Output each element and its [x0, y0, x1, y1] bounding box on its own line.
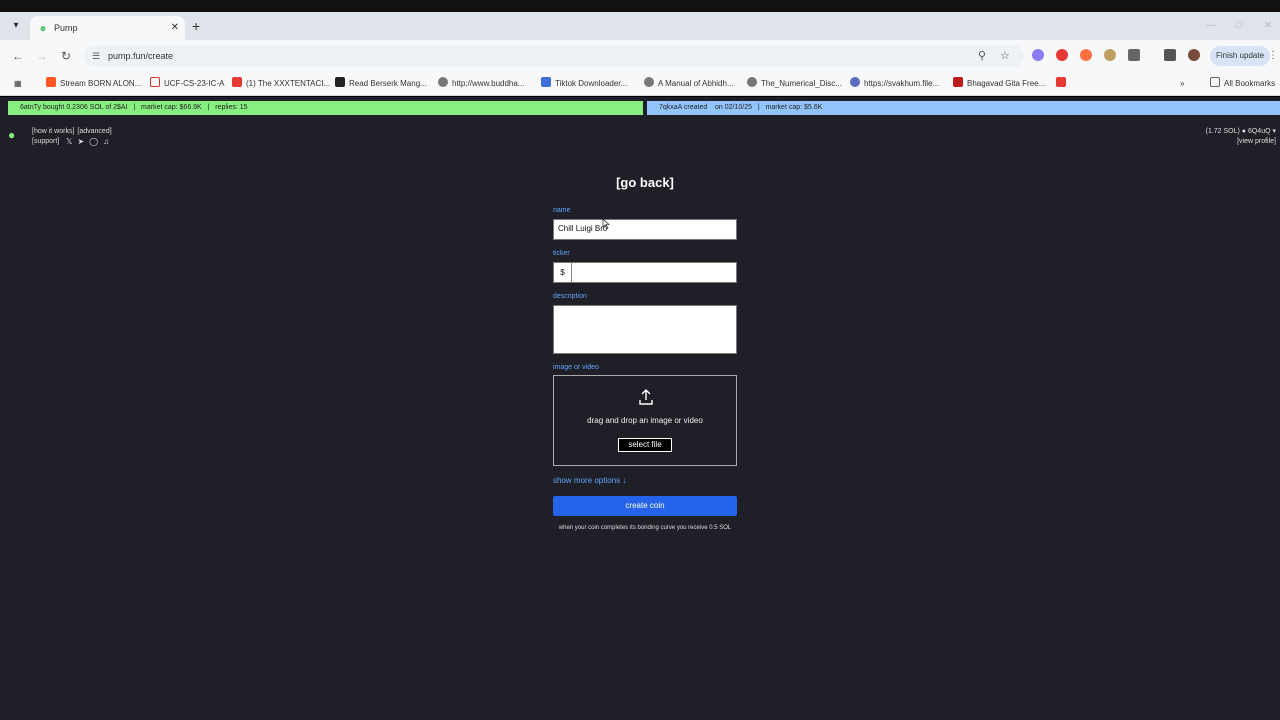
bookmark-item[interactable]: https://svakhum.file...	[850, 77, 939, 91]
site-info-icon[interactable]: ☰	[92, 49, 100, 63]
new-tab-icon[interactable]: +	[192, 18, 200, 34]
support-link[interactable]: [support]	[32, 138, 59, 145]
youtube-icon	[1056, 77, 1066, 87]
finish-update-button[interactable]: Finish update	[1210, 46, 1270, 66]
extension-icon[interactable]	[1056, 49, 1068, 61]
kebab-menu-icon[interactable]: ⋮	[1268, 48, 1278, 64]
view-profile-link[interactable]: [view profile]	[1206, 137, 1276, 147]
address-bar[interactable]: ☰ pump.fun/create ⚲ ☆	[84, 45, 1024, 67]
tiktok-downloader-icon	[541, 77, 551, 87]
bookmark-item[interactable]: http://www.buddha...	[438, 77, 525, 91]
image-dropzone[interactable]: drag and drop an image or video select f…	[553, 375, 737, 466]
back-icon[interactable]: ←	[10, 48, 26, 64]
browser-tab[interactable]: ● Pump ✕	[30, 16, 185, 40]
youtube-icon	[232, 77, 242, 87]
telegram-icon[interactable]: ➤	[77, 137, 84, 146]
reading-list-icon[interactable]	[1164, 49, 1176, 61]
globe-icon	[438, 77, 448, 87]
forward-icon[interactable]: →	[34, 48, 50, 64]
create-ticker[interactable]: 7qkxaA created on 02/10/25 | market cap:…	[647, 101, 1280, 115]
extension-icon[interactable]	[1032, 49, 1044, 61]
gita-icon	[953, 77, 963, 87]
tab-search-icon[interactable]: ▾	[8, 18, 24, 34]
globe-icon	[850, 77, 860, 87]
bookmark-item[interactable]: (1) The XXXTENTACI...	[232, 77, 330, 91]
profile-avatar[interactable]	[1188, 49, 1200, 61]
bookmark-item[interactable]: Bhagavad Gita Free...	[953, 77, 1045, 91]
globe-icon	[644, 77, 654, 87]
bookmark-star-icon[interactable]: ☆	[1000, 49, 1010, 63]
ucf-icon	[150, 77, 160, 87]
manga-icon	[335, 77, 345, 87]
show-more-options-link[interactable]: show more options ↓	[553, 476, 626, 486]
select-file-button[interactable]: select file	[618, 438, 672, 452]
tiktok-icon[interactable]: ♫	[103, 137, 109, 146]
pill-logo-icon[interactable]: ●	[8, 129, 20, 141]
wallet-info: (1.72 SOL) ● 6Q4uQ ▾ [view profile]	[1206, 127, 1276, 147]
name-label: name	[553, 207, 571, 214]
x-icon[interactable]: 𝕏	[66, 137, 72, 146]
bookmark-item[interactable]: Stream BORN ALON...	[46, 77, 141, 91]
soundcloud-icon	[46, 77, 56, 87]
bookmark-item[interactable]: The_Numerical_Disc...	[747, 77, 842, 91]
bookmarks-bar: ▦ Stream BORN ALON... UCF-CS-23-IC-A (1)…	[0, 72, 1280, 96]
advanced-link[interactable]: [advanced]	[77, 128, 111, 135]
ticker-input[interactable]: $	[553, 262, 737, 283]
pill-icon: ●	[39, 21, 47, 35]
name-input[interactable]: Chill Luigi Bro	[553, 219, 737, 240]
close-icon[interactable]: ✕	[171, 21, 179, 35]
folder-icon	[1210, 77, 1220, 87]
bookmark-item[interactable]: UCF-CS-23-IC-A	[150, 77, 224, 91]
create-coin-button[interactable]: create coin	[553, 496, 737, 516]
bookmark-item[interactable]: Read Berserk Mang...	[335, 77, 427, 91]
dollar-prefix: $	[554, 263, 572, 282]
tab-strip: ▾ ● Pump ✕ + — □ ✕	[0, 12, 1280, 40]
go-back-link[interactable]: [go back]	[560, 175, 730, 191]
tab-title: Pump	[54, 23, 78, 33]
mouse-cursor-icon	[602, 219, 610, 229]
instagram-icon[interactable]: ◯	[89, 137, 98, 146]
apps-icon[interactable]: ▦	[14, 77, 22, 91]
bookmark-item[interactable]: A Manual of Abhidh...	[644, 77, 734, 91]
bookmark-item[interactable]	[1056, 77, 1070, 91]
minimize-icon[interactable]: —	[1206, 18, 1216, 34]
extension-icon[interactable]	[1104, 49, 1116, 61]
description-label: description	[553, 293, 587, 300]
trade-ticker[interactable]: 6atnTy bought 0.2306 SOL of 2$AI | marke…	[8, 101, 643, 115]
url-text: pump.fun/create	[108, 51, 174, 61]
restore-icon[interactable]: □	[1236, 18, 1242, 34]
puzzle-icon[interactable]	[1128, 49, 1140, 61]
ticker-label: ticker	[553, 250, 570, 257]
globe-icon	[747, 77, 757, 87]
bookmark-item[interactable]: Tiktok Downloader...	[541, 77, 627, 91]
pump-create-page: 6atnTy bought 0.2306 SOL of 2$AI | marke…	[0, 97, 1280, 720]
reload-icon[interactable]: ↻	[58, 48, 74, 64]
screen-top-edge	[0, 0, 1280, 12]
social-links: 𝕏 ➤ ◯ ♫	[66, 137, 114, 147]
upload-icon	[639, 389, 653, 405]
extension-icon[interactable]	[1080, 49, 1092, 61]
window-close-icon[interactable]: ✕	[1264, 18, 1272, 34]
how-it-works-link[interactable]: [how it works]	[32, 128, 74, 135]
description-textarea[interactable]	[553, 305, 737, 354]
bonding-curve-note: when your coin completes its bonding cur…	[558, 525, 732, 531]
wallet-balance[interactable]: (1.72 SOL) ● 6Q4uQ ▾	[1206, 127, 1276, 137]
all-bookmarks[interactable]: All Bookmarks	[1210, 77, 1275, 91]
chevron-right-icon[interactable]: »	[1180, 77, 1184, 91]
zoom-icon[interactable]: ⚲	[978, 49, 986, 63]
image-label: image or video	[553, 364, 599, 371]
browser-toolbar: ← → ↻ ☰ pump.fun/create ⚲ ☆ Finish updat…	[0, 40, 1280, 72]
drop-instructions: drag and drop an image or video	[587, 416, 703, 425]
